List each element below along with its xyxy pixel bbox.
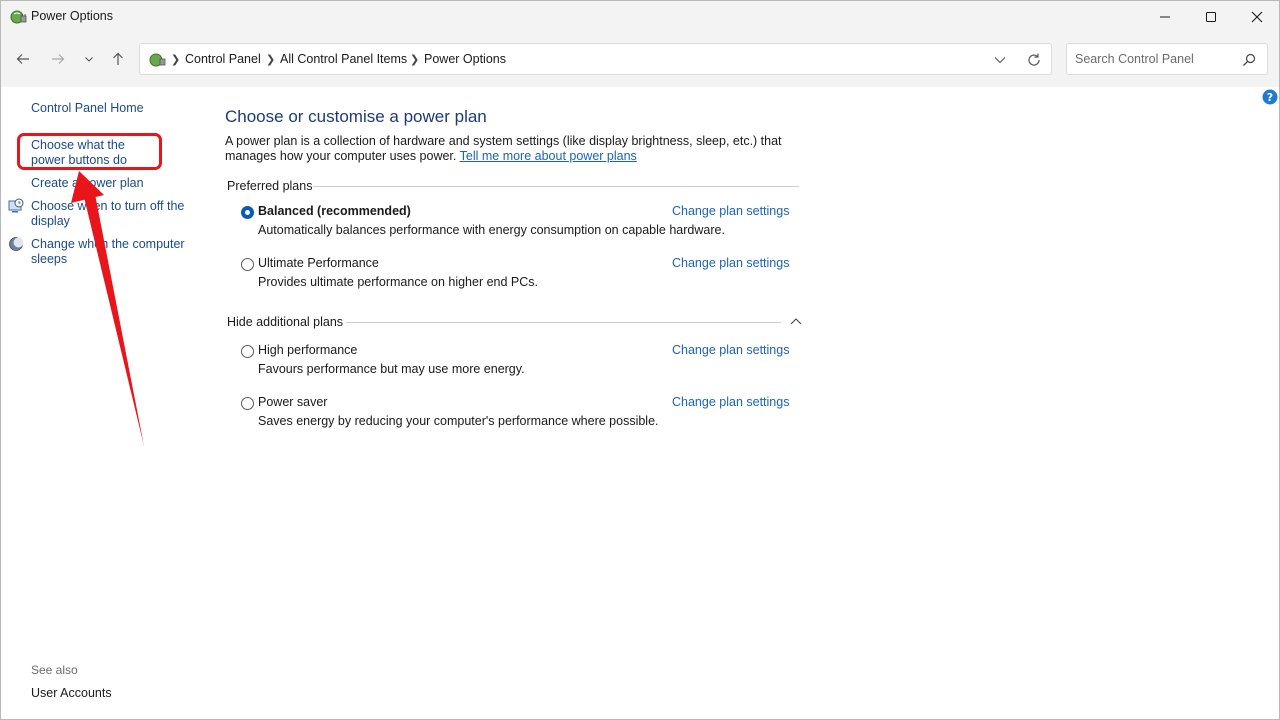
annotation-highlight-box: [17, 133, 162, 170]
see-also-heading: See also: [31, 663, 78, 677]
maximize-button[interactable]: [1188, 1, 1234, 33]
chevron-up-icon[interactable]: [789, 316, 803, 326]
change-plan-settings-balanced[interactable]: Change plan settings: [672, 204, 789, 218]
svg-text:?: ?: [1267, 91, 1273, 104]
back-button[interactable]: [11, 47, 35, 71]
plan-description-balanced: Automatically balances performance with …: [258, 223, 725, 237]
change-plan-settings-ultimate[interactable]: Change plan settings: [672, 256, 789, 270]
plan-radio-power-saver[interactable]: [241, 397, 254, 410]
power-options-icon: [10, 10, 27, 24]
divider: [313, 186, 799, 187]
plan-name-high-performance[interactable]: High performance: [258, 343, 357, 357]
page-description: A power plan is a collection of hardware…: [225, 134, 815, 164]
plan-name-balanced[interactable]: Balanced (recommended): [258, 204, 411, 218]
plan-radio-ultimate[interactable]: [241, 258, 254, 271]
recent-locations-button[interactable]: [77, 47, 101, 71]
chevron-right-icon: ❯: [266, 54, 276, 66]
power-options-window: Power Options ❯ Control Panel ❯ All Cont…: [0, 0, 1280, 720]
plan-radio-high-performance[interactable]: [241, 345, 254, 358]
chevron-down-icon: [85, 57, 93, 62]
search-input[interactable]: [1075, 51, 1235, 67]
refresh-icon[interactable]: [1026, 52, 1042, 68]
arrow-left-icon: [16, 54, 29, 64]
preferred-plans-heading: Preferred plans: [227, 179, 313, 193]
up-button[interactable]: [106, 47, 130, 71]
plan-radio-balanced[interactable]: [241, 206, 254, 219]
plan-description-high-performance: Favours performance but may use more ene…: [258, 362, 525, 376]
help-icon[interactable]: ?: [1262, 89, 1278, 105]
control-panel-home-link[interactable]: Control Panel Home: [31, 101, 144, 116]
minimize-button[interactable]: [1142, 1, 1188, 33]
chevron-down-icon[interactable]: [992, 53, 1008, 67]
breadcrumb-all-items[interactable]: All Control Panel Items: [280, 52, 407, 66]
window-title: Power Options: [31, 9, 113, 23]
close-button[interactable]: [1234, 1, 1279, 33]
breadcrumb-control-panel[interactable]: Control Panel: [185, 52, 261, 66]
divider: [346, 322, 781, 323]
plan-description-ultimate: Provides ultimate performance on higher …: [258, 275, 539, 289]
chevron-right-icon: ❯: [171, 54, 181, 66]
monitor-clock-icon: [8, 198, 24, 213]
user-accounts-link[interactable]: User Accounts: [31, 686, 112, 700]
title-bar: Power Options: [1, 1, 1279, 33]
breadcrumb-power-options[interactable]: Power Options: [424, 52, 506, 66]
search-box[interactable]: [1066, 43, 1268, 75]
moon-icon: [9, 237, 24, 251]
left-task-pane: Control Panel Home Choose what the power…: [1, 87, 201, 719]
address-bar[interactable]: ❯ Control Panel ❯ All Control Panel Item…: [139, 43, 1052, 75]
learn-more-link[interactable]: Tell me more about power plans: [460, 149, 637, 163]
plan-name-ultimate[interactable]: Ultimate Performance: [258, 256, 379, 270]
maximize-icon: [1206, 12, 1216, 22]
navigation-bar: ❯ Control Panel ❯ All Control Panel Item…: [1, 33, 1279, 87]
create-power-plan-link[interactable]: Create a power plan: [31, 176, 144, 191]
power-options-icon: [149, 53, 166, 67]
change-plan-settings-power-saver[interactable]: Change plan settings: [672, 395, 789, 409]
hide-additional-plans-heading[interactable]: Hide additional plans: [227, 315, 343, 329]
plan-name-power-saver[interactable]: Power saver: [258, 395, 327, 409]
computer-sleeps-link[interactable]: Change when the computer sleeps: [31, 237, 191, 267]
turn-off-display-link[interactable]: Choose when to turn off the display: [31, 199, 191, 229]
arrow-right-icon: [52, 54, 65, 64]
arrow-up-icon: [113, 52, 123, 65]
plan-description-power-saver: Saves energy by reducing your computer's…: [258, 414, 659, 428]
search-icon[interactable]: [1241, 52, 1257, 68]
forward-button[interactable]: [46, 47, 70, 71]
page-title: Choose or customise a power plan: [225, 107, 487, 126]
chevron-right-icon: ❯: [410, 54, 420, 66]
change-plan-settings-high-performance[interactable]: Change plan settings: [672, 343, 789, 357]
close-icon: [1251, 11, 1263, 23]
minimize-icon: [1160, 16, 1170, 18]
